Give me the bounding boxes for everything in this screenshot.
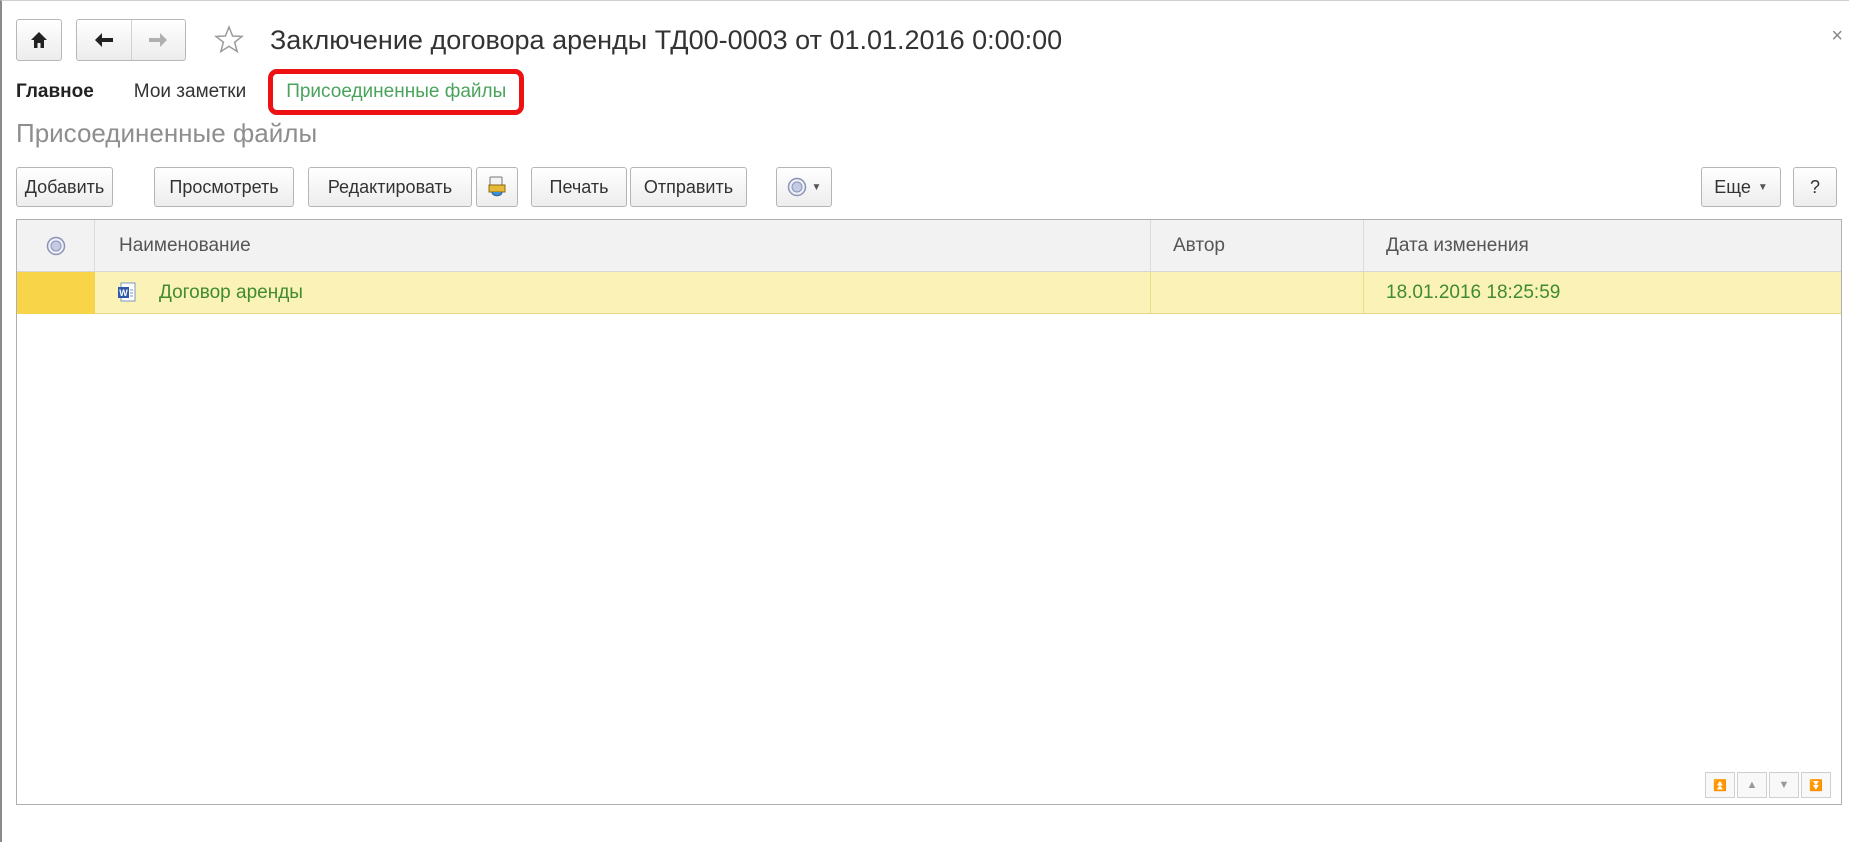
attached-files-table: Наименование Автор Дата изменения W Дого…	[16, 219, 1842, 805]
home-button[interactable]	[16, 19, 62, 61]
chevron-down-icon: ▼	[811, 181, 822, 193]
table-row[interactable]: W Договор аренды 18.01.2016 18:25:59	[17, 272, 1841, 314]
document-window: Заключение договора аренды ТД00-0003 от …	[0, 0, 1849, 842]
cell-author[interactable]	[1151, 272, 1364, 314]
history-navigation	[76, 19, 186, 61]
scroll-navigation: ⏫ ▲ ▼ ⏬	[1703, 772, 1831, 798]
back-button[interactable]	[77, 20, 131, 60]
home-icon	[31, 32, 47, 48]
tab-attached-files[interactable]: Присоединенные файлы	[268, 69, 525, 115]
arrow-right-icon	[149, 33, 168, 47]
tab-main[interactable]: Главное	[16, 81, 94, 103]
more-button[interactable]: Еще ▼	[1701, 167, 1781, 207]
window-title: Заключение договора аренды ТД00-0003 от …	[270, 24, 1063, 55]
column-header-modified[interactable]: Дата изменения	[1364, 220, 1841, 272]
circle-status-icon	[46, 236, 65, 256]
close-button[interactable]: ×	[1831, 25, 1843, 48]
section-tabs: Главное Мои заметки Присоединенные файлы	[16, 69, 546, 115]
scroll-to-bottom-button[interactable]: ⏬	[1801, 772, 1831, 798]
star-icon	[214, 25, 244, 54]
double-down-icon: ⏬	[1809, 779, 1823, 792]
help-button[interactable]: ?	[1793, 167, 1837, 207]
word-document-icon: W	[118, 282, 136, 302]
arrow-left-icon	[94, 33, 113, 47]
scanner-icon	[488, 176, 506, 197]
more-label: Еще	[1714, 176, 1751, 197]
chevron-down-icon: ▼	[1757, 181, 1768, 193]
tab-my-notes[interactable]: Мои заметки	[134, 81, 246, 103]
table-header: Наименование Автор Дата изменения	[17, 220, 1841, 272]
column-header-name[interactable]: Наименование	[95, 220, 1151, 272]
scroll-down-button[interactable]: ▼	[1769, 772, 1799, 798]
cell-name[interactable]: W Договор аренды	[95, 272, 1151, 314]
file-name: Договор аренды	[159, 282, 303, 303]
double-up-icon: ⏫	[1713, 779, 1727, 792]
edit-button[interactable]: Редактировать	[308, 167, 472, 207]
status-menu-button[interactable]: ▼	[776, 167, 832, 207]
triangle-down-icon: ▼	[1778, 779, 1790, 791]
favorite-button[interactable]	[212, 23, 246, 57]
status-column-header[interactable]	[17, 220, 95, 272]
view-button[interactable]: Просмотреть	[154, 167, 294, 207]
add-button[interactable]: Добавить	[16, 167, 113, 207]
scroll-up-button[interactable]: ▲	[1737, 772, 1767, 798]
page-title: Присоединенные файлы	[16, 118, 318, 148]
title-bar: Заключение договора аренды ТД00-0003 от …	[16, 17, 1062, 63]
scan-button[interactable]	[476, 167, 518, 207]
row-marker	[17, 272, 95, 314]
send-button[interactable]: Отправить	[630, 167, 747, 207]
scroll-to-top-button[interactable]: ⏫	[1705, 772, 1735, 798]
circle-status-icon	[787, 177, 806, 197]
print-button[interactable]: Печать	[531, 167, 627, 207]
triangle-up-icon: ▲	[1746, 779, 1758, 791]
column-header-author[interactable]: Автор	[1151, 220, 1364, 272]
cell-modified[interactable]: 18.01.2016 18:25:59	[1364, 272, 1841, 314]
svg-text:W: W	[119, 288, 128, 298]
toolbar: Добавить Просмотреть Редактировать Печат…	[16, 167, 1837, 207]
forward-button[interactable]	[130, 20, 186, 60]
